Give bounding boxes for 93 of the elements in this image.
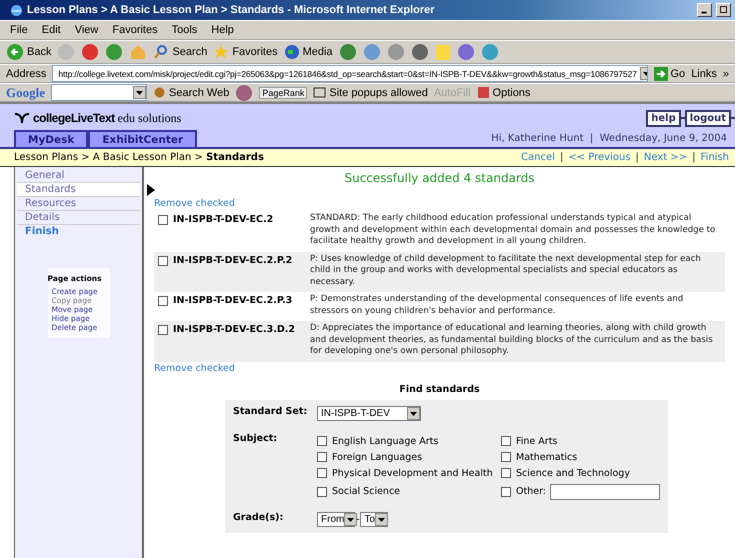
user-greeting: Hi, Katherine Hunt | Wednesday, June 9, 2004 (491, 133, 727, 146)
standard-code: IN-ISPB-T-DEV-EC.3.D.2 (173, 323, 296, 337)
google-search-field[interactable] (51, 84, 147, 101)
window-title: Lesson Plans > A Basic Lesson Plan > Standards - Microsoft Internet Explorer (27, 4, 436, 16)
subject-checkbox[interactable] (317, 452, 327, 462)
success-message: Successfully added 4 standards (343, 171, 536, 185)
more-chevron[interactable]: » (722, 68, 729, 80)
standard-description: STANDARD: The early childhood education professional understands typical and atypical growth and development within each developmental domain and possesses the knowledge to facilitate healthy growth and development in all young children. (310, 213, 716, 248)
subject-label: Foreign Languages (332, 452, 422, 462)
link-separator: | (692, 152, 696, 163)
sidebar-step[interactable]: Standards (17, 183, 140, 197)
remove-checked-link[interactable]: Remove checked (154, 198, 235, 209)
subject-label: English Language Arts (332, 436, 438, 446)
wizard-link[interactable]: Next >> (644, 152, 688, 163)
menu-item[interactable]: File (6, 24, 32, 36)
logo-mark-icon (14, 112, 30, 124)
subject-label: Fine Arts (516, 436, 558, 446)
nav-tab[interactable]: MyDesk (14, 130, 88, 147)
subject-checkbox[interactable] (501, 468, 511, 478)
grade-from-dropdown[interactable]: From (317, 512, 355, 526)
standard-description: P: Demonstrates understanding of the developmental consequences of life events and stressors on young children's behavior and performance. (310, 294, 684, 317)
dropdown-arrow-icon[interactable] (136, 89, 143, 96)
subject-label: Social Science (332, 486, 400, 497)
standard-checkbox[interactable] (158, 256, 168, 266)
favorites-button[interactable]: Favorites (213, 44, 278, 60)
wizard-link[interactable]: Cancel (521, 152, 555, 163)
field-label: Standard Set: (233, 406, 308, 418)
logout-button[interactable]: logout (684, 110, 731, 126)
search-button[interactable]: Search (153, 44, 208, 60)
search-web-button[interactable]: Search Web (153, 86, 230, 99)
range-dash: - (356, 514, 360, 524)
subject-label: Other: (516, 486, 546, 497)
wizard-link[interactable]: << Previous (568, 152, 631, 163)
standard-description: D: Appreciates the importance of educational and learning theories, along with child growth and development theories, as fundamental building blocks of the curriculum and as the basis for developing one's own personal philosophy. (310, 323, 714, 358)
go-arrow-icon (654, 66, 668, 80)
subject-checkbox[interactable] (317, 468, 327, 478)
standard-checkbox[interactable] (158, 325, 168, 335)
standard-checkbox[interactable] (158, 296, 168, 306)
popups-button[interactable]: Site popups allowed (313, 86, 428, 99)
remove-checked-link[interactable]: Remove checked (154, 362, 235, 374)
site-logo[interactable]: collegeLiveText edu solutions (14, 110, 182, 126)
other-subject-field[interactable] (550, 484, 660, 500)
grade-to-dropdown[interactable]: To (360, 512, 388, 526)
subject-checkbox[interactable] (501, 436, 511, 446)
subject-checkbox[interactable] (501, 486, 511, 496)
dropdown-arrow-icon[interactable] (410, 410, 417, 416)
standard-checkbox[interactable] (158, 215, 168, 225)
star-icon (213, 44, 230, 60)
standard-description: P: Uses knowledge of child development to facilitate the next developmental step for each child in the group and works with developmental specialists and special educators as necessary. (310, 254, 702, 288)
field-label: Grade(s): (233, 512, 284, 524)
go-button[interactable]: Go (654, 66, 686, 80)
breadcrumb: Lesson Plans > A Basic Lesson Plan > Standards (14, 152, 264, 163)
address-label: Address (6, 68, 46, 80)
address-field[interactable]: http://college.livetext.com/misk/project/edit.cgi?pj=265063&pg=1261846&std_op=search&start=0&st=IN-ISPB-T-DEV&&kw=growth&status_msg=1086797527 (52, 65, 648, 82)
browser-icon (10, 4, 23, 16)
menu-item[interactable]: Tools (168, 24, 202, 36)
find-standards-heading: Find standards (398, 384, 481, 394)
pagerank-indicator: PageRank (259, 86, 308, 98)
menu-item[interactable]: Favorites (108, 24, 162, 36)
sidebar-step[interactable]: Resources (17, 197, 140, 211)
subject-label: Mathematics (516, 452, 578, 462)
standard-code: IN-ISPB-T-DEV-EC.2.P.2 (173, 254, 294, 268)
links-button[interactable]: Links (691, 68, 717, 80)
subject-checkbox[interactable] (317, 436, 327, 446)
standard-code: IN-ISPB-T-DEV-EC.2.P.3 (173, 294, 294, 308)
globe-icon (284, 44, 300, 60)
sidebar-step[interactable]: Finish (17, 225, 140, 238)
menu-item[interactable]: Help (207, 24, 238, 36)
dropdown-arrow-icon[interactable] (347, 516, 354, 522)
back-button[interactable]: Back (6, 43, 52, 61)
menu-item[interactable]: View (70, 24, 102, 36)
link-separator: | (636, 152, 639, 163)
nav-tab[interactable]: ExhibitCenter (88, 130, 198, 147)
current-step-arrow-icon (147, 184, 155, 196)
standard-set-dropdown[interactable]: IN-ISPB-T-DEV (317, 406, 421, 420)
restore-icon[interactable] (716, 3, 731, 17)
help-button[interactable]: help (646, 110, 681, 126)
window-icon (313, 86, 326, 99)
sidebar-step[interactable]: Details (17, 211, 140, 225)
subject-label: Science and Technology (516, 468, 630, 478)
media-button[interactable]: Media (284, 44, 333, 60)
wizard-link[interactable]: Finish (700, 152, 729, 163)
options-button[interactable]: Options (476, 86, 530, 99)
search-icon (153, 44, 170, 60)
subject-label: Physical Development and Health (332, 468, 493, 478)
standard-code: IN-ISPB-T-DEV-EC.2 (173, 213, 274, 227)
subject-checkbox[interactable] (501, 452, 511, 462)
subject-checkbox[interactable] (317, 486, 327, 496)
dropdown-arrow-icon[interactable] (378, 516, 385, 522)
menu-item[interactable]: Edit (38, 24, 65, 36)
minimize-icon[interactable] (697, 3, 712, 17)
link-separator: | (560, 152, 564, 163)
field-label: Subject: (233, 432, 278, 446)
